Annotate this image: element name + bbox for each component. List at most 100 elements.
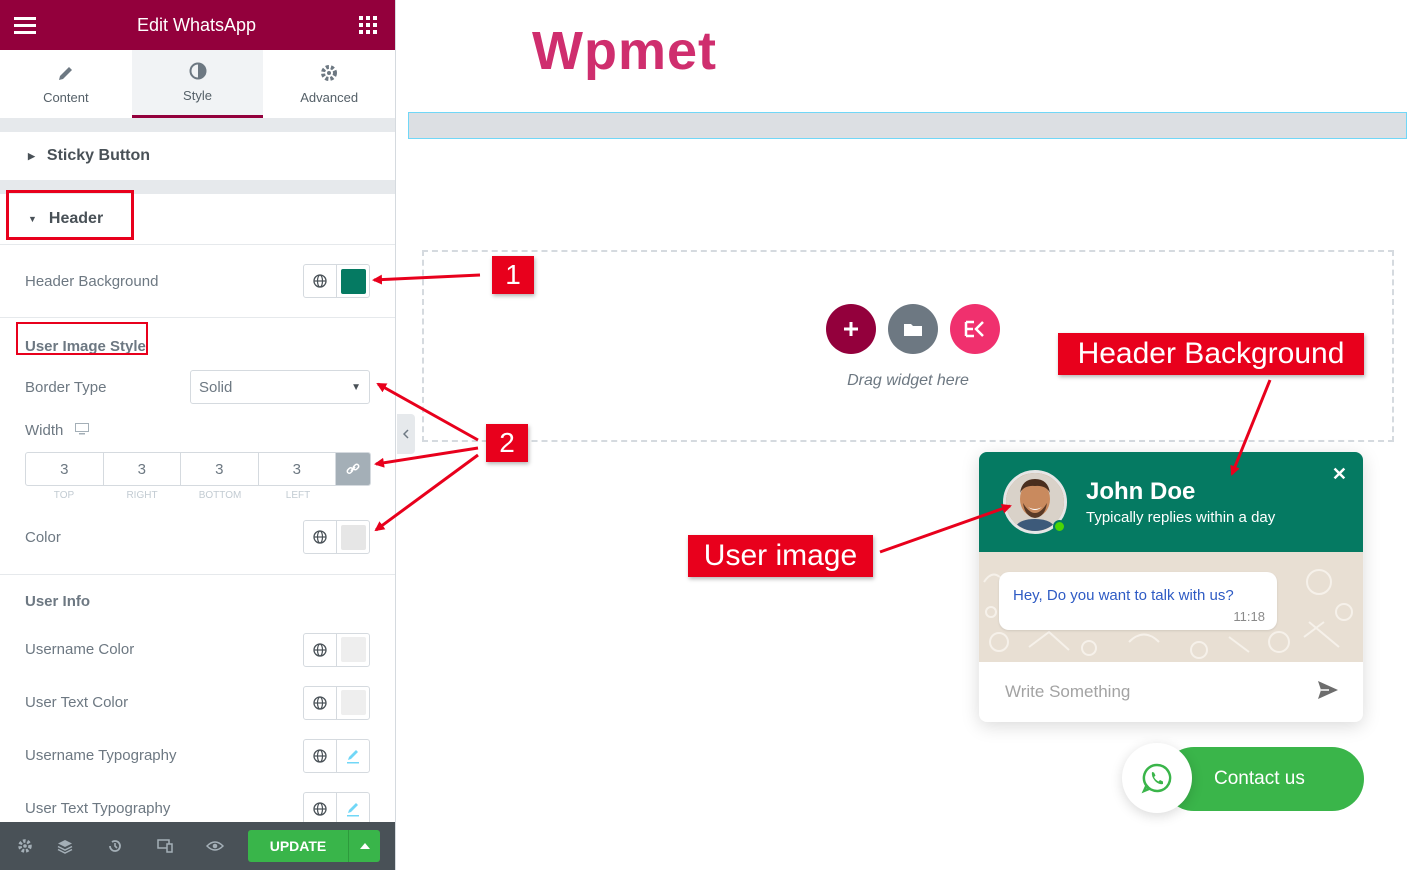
global-fonts-icon[interactable] [304, 792, 337, 825]
contact-us-button[interactable]: Contact us [1122, 743, 1364, 813]
link-values-icon[interactable] [336, 453, 370, 485]
user-text-color-row: User Text Color [0, 676, 395, 729]
header-background-swatch[interactable] [340, 268, 366, 294]
panel-title: Edit WhatsApp [136, 14, 257, 35]
widgets-grid-icon[interactable] [357, 14, 379, 36]
side-label-right: RIGHT [126, 490, 158, 501]
side-label-bottom: BOTTOM [198, 490, 242, 501]
color-label: Color [25, 528, 61, 546]
add-template-button[interactable] [888, 304, 938, 354]
elementskit-library-button[interactable] [950, 304, 1000, 354]
width-side-labels: TOP RIGHT BOTTOM LEFT [25, 490, 337, 501]
tab-style-label: Style [183, 88, 212, 103]
username-color-swatch[interactable] [340, 637, 366, 662]
annotation-user-image: User image [688, 535, 873, 577]
editor-root: Edit WhatsApp Content Style Advanced ▶ S… [0, 0, 1418, 870]
settings-gear-icon[interactable] [10, 822, 40, 870]
whatsapp-chat-area: Hey, Do you want to talk with us? 11:18 [979, 552, 1363, 662]
collapse-panel-handle[interactable] [397, 414, 415, 454]
color-swatch[interactable] [340, 524, 366, 550]
color-control [303, 520, 370, 554]
edit-typography-icon[interactable] [337, 740, 369, 772]
chat-input-bar[interactable]: Write Something [979, 662, 1363, 722]
global-colors-icon[interactable] [304, 686, 337, 719]
user-text-color-control [303, 685, 370, 720]
global-colors-icon[interactable] [304, 521, 337, 553]
contact-us-label[interactable]: Contact us [1162, 747, 1364, 811]
section-sticky-button[interactable]: ▶ Sticky Button [0, 132, 395, 180]
annotation-label-2: 2 [486, 424, 528, 462]
tab-content[interactable]: Content [0, 50, 132, 118]
whatsapp-user-text: Typically replies within a day [1086, 509, 1276, 526]
whatsapp-icon[interactable] [1122, 743, 1192, 813]
chat-message-text: Hey, Do you want to talk with us? [1013, 587, 1234, 604]
contrast-icon [189, 62, 206, 80]
close-icon[interactable]: ✕ [1332, 464, 1347, 485]
global-colors-icon[interactable] [304, 265, 337, 297]
section-sticky-button-label: Sticky Button [46, 147, 151, 164]
whatsapp-header: John Doe Typically replies within a day … [979, 452, 1363, 552]
side-label-left: LEFT [285, 490, 311, 501]
border-type-value: Solid [199, 378, 233, 396]
username-typography-label: Username Typography [25, 747, 177, 764]
desktop-icon[interactable] [75, 422, 90, 439]
header-background-row: Header Background [0, 245, 395, 317]
site-logo[interactable]: Wpmet [532, 20, 717, 82]
annotation-box-header [6, 190, 134, 240]
responsive-mode-icon[interactable] [140, 822, 190, 870]
gear-icon [321, 64, 338, 81]
username-color-control [303, 632, 370, 667]
width-dimensions: 3 3 3 3 TOP RIGHT BOTTOM LEFT [0, 452, 395, 514]
width-right-input[interactable]: 3 [104, 453, 181, 485]
chat-input-placeholder[interactable]: Write Something [1005, 682, 1130, 702]
update-options-caret-icon[interactable] [348, 830, 380, 862]
add-section-button[interactable] [826, 304, 876, 354]
annotation-box-user-image-style [16, 322, 148, 355]
width-dimensions-inputs: 3 3 3 3 [25, 452, 371, 486]
annotation-header-background: Header Background [1058, 333, 1364, 375]
edit-typography-icon[interactable] [337, 793, 369, 825]
user-text-typography-label: User Text Typography [25, 800, 171, 817]
panel-topbar: Edit WhatsApp [0, 0, 395, 50]
width-label: Width [25, 421, 64, 439]
user-text-color-label: User Text Color [25, 694, 129, 711]
global-fonts-icon[interactable] [304, 739, 337, 772]
send-icon[interactable] [1317, 680, 1339, 705]
header-background-control [303, 264, 370, 298]
chat-message-bubble: Hey, Do you want to talk with us? 11:18 [999, 572, 1277, 630]
global-colors-icon[interactable] [304, 633, 337, 666]
tab-content-label: Content [43, 89, 89, 105]
pencil-icon [58, 66, 72, 80]
user-text-color-swatch[interactable] [340, 690, 366, 715]
navigator-layers-icon[interactable] [40, 822, 90, 870]
width-left-input[interactable]: 3 [259, 453, 336, 485]
header-background-label: Header Background [25, 272, 159, 290]
username-typography-control [303, 738, 370, 773]
user-text-typography-control [303, 791, 370, 826]
tab-advanced[interactable]: Advanced [263, 50, 395, 118]
caret-right-icon: ▶ [28, 150, 35, 161]
preview-canvas: Wpmet Drag widget here John Doe Typicall… [397, 0, 1418, 870]
editor-panel: Edit WhatsApp Content Style Advanced ▶ S… [0, 0, 396, 870]
width-bottom-input[interactable]: 3 [181, 453, 259, 485]
whatsapp-chat-box: John Doe Typically replies within a day … [979, 452, 1363, 722]
width-top-input[interactable]: 3 [26, 453, 104, 485]
hamburger-menu-icon[interactable] [14, 14, 36, 36]
username-typography-row: Username Typography [0, 729, 395, 782]
selected-section-strip[interactable] [408, 112, 1407, 139]
width-label-row: Width [0, 408, 395, 452]
user-info-heading: User Info [25, 592, 91, 610]
color-row: Color [0, 514, 395, 560]
chevron-down-icon: ▼ [351, 381, 361, 393]
history-icon[interactable] [90, 822, 140, 870]
dropzone-buttons [826, 304, 1000, 354]
panel-footer: UPDATE [0, 822, 395, 870]
username-color-label: Username Color [25, 641, 135, 658]
panel-tabs: Content Style Advanced [0, 50, 395, 118]
tab-style[interactable]: Style [131, 50, 264, 118]
preview-eye-icon[interactable] [190, 822, 240, 870]
chat-message-time: 11:18 [1233, 609, 1265, 624]
border-type-select[interactable]: Solid ▼ [190, 370, 370, 404]
update-button[interactable]: UPDATE [248, 830, 348, 862]
user-info-row: User Info [0, 575, 395, 623]
